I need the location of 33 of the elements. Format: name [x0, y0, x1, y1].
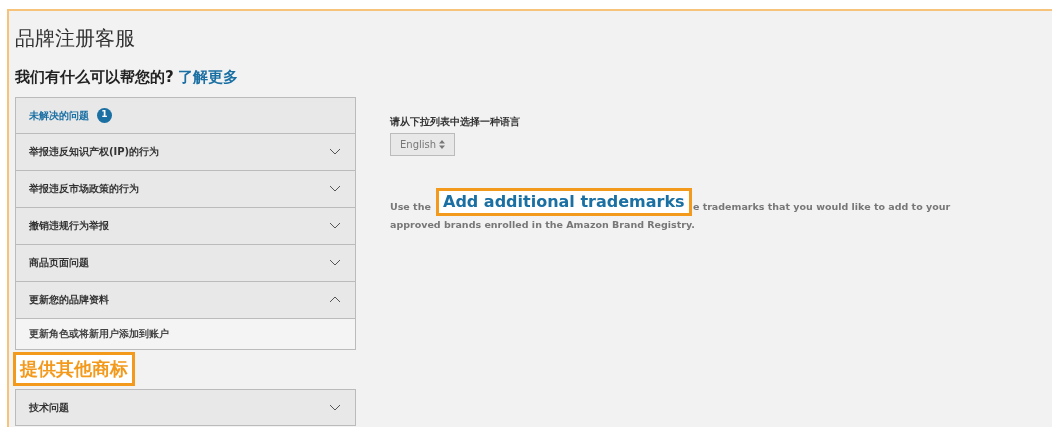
chevron-icon	[329, 403, 341, 411]
accordion-label: 更新您的品牌资料	[29, 293, 109, 307]
accordion-label: 技术问题	[29, 400, 69, 415]
learn-more-link[interactable]: 了解更多	[177, 66, 238, 89]
accordion-label: 撤销违规行为举报	[29, 219, 109, 233]
accordion-header[interactable]: 技术问题	[15, 388, 356, 426]
language-select[interactable]: English	[390, 132, 455, 156]
menu-item-label: 未解决的问题	[29, 108, 89, 123]
description-text: e trademarks that you would like to add to your	[692, 199, 951, 214]
chevron-icon	[329, 148, 341, 155]
chevron-icon	[329, 185, 341, 192]
accordion-header[interactable]: 更新您的品牌资料	[15, 281, 356, 319]
callout-label: 提供其他商标	[13, 352, 135, 386]
accordion-header[interactable]: 举报违反市场政策的行为	[15, 170, 356, 208]
help-heading: 我们有什么可以帮您的?	[15, 67, 174, 88]
chevron-icon	[329, 259, 341, 266]
submenu-item[interactable]: 更新角色或将新用户添加到账户	[15, 318, 356, 350]
accordion-label: 举报违反市场政策的行为	[29, 182, 139, 196]
accordion-label: 商品页面问题	[29, 256, 89, 270]
callout-label: Add additional trademarks	[436, 187, 692, 216]
chevron-icon	[329, 296, 341, 303]
accordion-header[interactable]: 商品页面问题	[15, 244, 356, 282]
description-text: Use the	[390, 199, 431, 214]
accordion-header[interactable]: 举报违反知识产权(IP)的行为	[15, 133, 356, 171]
sort-icon	[439, 139, 445, 149]
description-text: approved brands enrolled in the Amazon Brand Registry.	[390, 217, 695, 232]
page-title: 品牌注册客服	[15, 25, 135, 52]
language-label: 请从下拉列表中选择一种语言	[390, 114, 520, 129]
accordion-label: 举报违反知识产权(IP)的行为	[29, 145, 160, 159]
menu-item[interactable]: 未解决的问题 1	[15, 96, 356, 134]
accordion-header[interactable]: 撤销违规行为举报	[15, 207, 356, 245]
chevron-icon	[329, 222, 341, 229]
count-badge: 1	[97, 107, 112, 123]
